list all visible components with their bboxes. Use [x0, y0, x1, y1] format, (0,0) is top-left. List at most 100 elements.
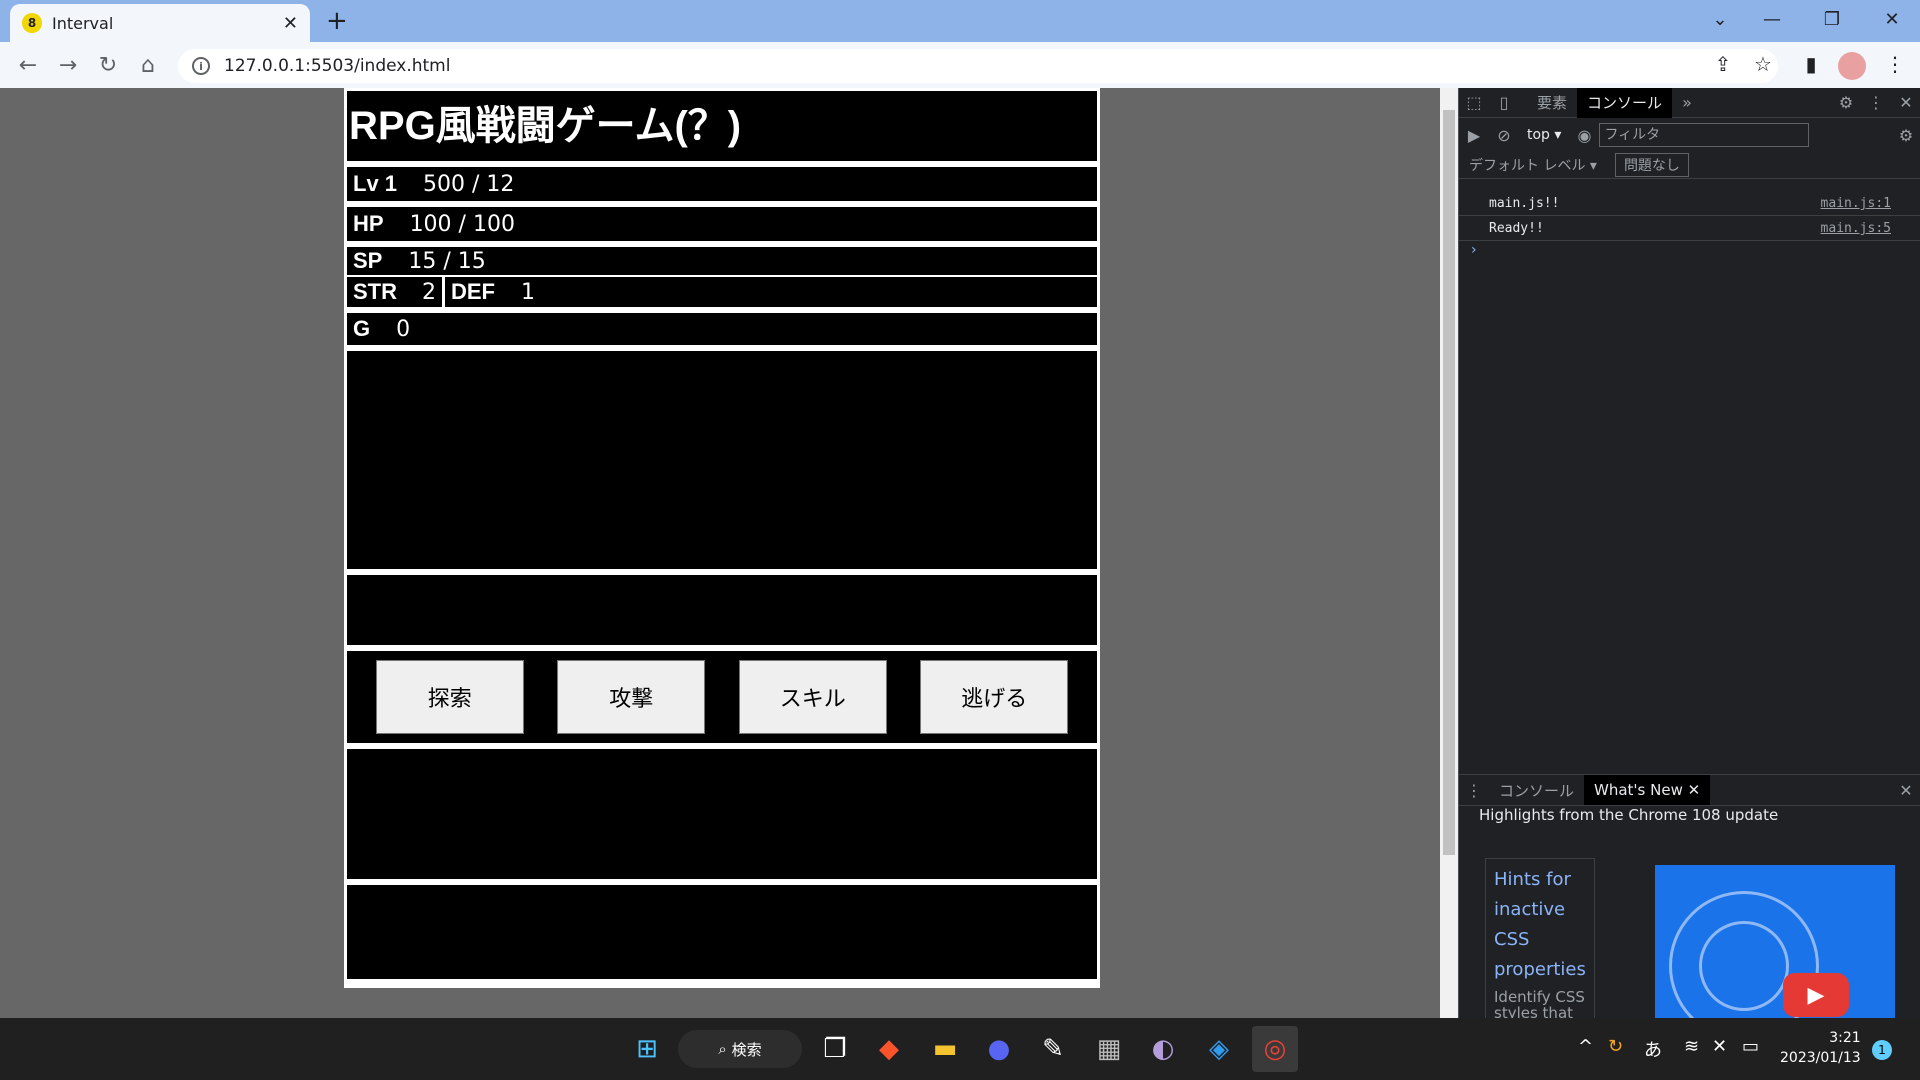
close-window-button[interactable]: ✕ [1872, 2, 1912, 38]
str-def-row: STR 2 DEF 1 [347, 277, 1097, 307]
log-source-link[interactable]: main.js:5 [1821, 221, 1891, 236]
browser-tab[interactable]: 8 Interval ✕ [10, 4, 310, 42]
issues-button[interactable]: 問題なし [1614, 152, 1689, 177]
str-label: STR [353, 279, 397, 304]
filter-input[interactable]: フィルタ [1599, 123, 1810, 147]
tab-elements[interactable]: 要素 [1527, 88, 1577, 118]
restore-button[interactable]: ❐ [1812, 2, 1852, 38]
chrome-icon[interactable]: ◎ [1252, 1026, 1298, 1072]
clear-console-icon[interactable]: ⊘ [1489, 126, 1519, 145]
share-icon[interactable]: ⇪ [1708, 52, 1738, 76]
def-cell: DEF 1 [445, 277, 541, 307]
close-tab-icon[interactable]: ✕ [283, 13, 298, 34]
minimize-button[interactable]: — [1752, 2, 1792, 38]
hint-link[interactable]: Hints for inactive CSS properties [1494, 865, 1586, 985]
menu-icon[interactable]: ⋮ [1880, 52, 1910, 76]
vscode-icon[interactable]: ◈ [1196, 1026, 1242, 1072]
tab-console[interactable]: コンソール [1577, 87, 1673, 118]
site-info-icon[interactable]: i [192, 57, 210, 75]
calculator-icon[interactable]: ▦ [1086, 1026, 1132, 1072]
bookmark-star-icon[interactable]: ☆ [1748, 52, 1778, 76]
discord-icon[interactable]: ● [976, 1026, 1022, 1072]
sp-row: SP 15 / 15 [347, 247, 1097, 275]
str-value: 2 [422, 279, 436, 305]
drawer-tab-whatsnew[interactable]: What's New ✕ [1584, 775, 1711, 805]
escape-button[interactable]: 逃げる [920, 660, 1069, 734]
device-toolbar-icon[interactable]: ▯ [1489, 93, 1519, 112]
back-icon[interactable]: ← [8, 53, 48, 78]
tray-app-icon[interactable]: ↻ [1608, 1036, 1623, 1057]
console-toolbar: ▶ ⊘ top ▾ ◉ フィルタ ⚙ [1459, 119, 1920, 151]
log-source-link[interactable]: main.js:1 [1821, 196, 1891, 211]
home-icon[interactable]: ⌂ [128, 53, 168, 78]
video-thumbnail[interactable]: ▶ [1655, 865, 1895, 1018]
context-select[interactable]: top ▾ [1527, 127, 1561, 143]
console-prompt[interactable]: › [1471, 242, 1477, 258]
devtools-menu-icon[interactable]: ⋮ [1861, 93, 1891, 112]
page-viewport: RPG風戦闘ゲーム(？) Lv 1 500 / 12 HP 100 / 100 … [0, 88, 1440, 1018]
more-tabs-icon[interactable]: » [1672, 93, 1702, 112]
url-text: 127.0.0.1:5503/index.html [224, 56, 451, 76]
address-bar[interactable]: i 127.0.0.1:5503/index.html [178, 49, 1778, 83]
inspect-icon[interactable]: ⬚ [1459, 93, 1489, 112]
console-log-line: Ready!! main.js:5 [1459, 217, 1920, 241]
sp-label: SP [353, 248, 383, 273]
level-bar: デフォルト レベル ▾ 問題なし [1459, 151, 1920, 179]
play-icon[interactable]: ▶ [1783, 973, 1849, 1017]
hp-value: 100 / 100 [409, 211, 515, 237]
reload-icon[interactable]: ↻ [88, 53, 128, 78]
exp-value: 500 / 12 [423, 171, 515, 197]
close-drawer-icon[interactable]: ✕ [1891, 781, 1920, 800]
log-text: Ready!! [1489, 221, 1544, 236]
search-label: 検索 [731, 1040, 762, 1059]
start-icon[interactable]: ⊞ [624, 1026, 670, 1072]
attack-button[interactable]: 攻撃 [557, 660, 706, 734]
wifi-icon[interactable]: ≋ [1684, 1036, 1699, 1057]
whatsnew-card[interactable]: Hints for inactive CSS properties Identi… [1485, 858, 1595, 1022]
tab-title: Interval [52, 13, 114, 33]
drawer-tab-console[interactable]: コンソール [1489, 775, 1584, 805]
scrollbar-thumb[interactable] [1443, 110, 1455, 855]
devtools-panel: ⬚ ▯ 要素 コンソール » ⚙ ⋮ ✕ ▶ ⊘ top ▾ ◉ フィルタ ⚙ … [1458, 87, 1920, 1022]
devtools-tabbar: ⬚ ▯ 要素 コンソール » ⚙ ⋮ ✕ [1459, 87, 1920, 118]
taskbar-search[interactable]: ⌕ 検索 [678, 1030, 802, 1068]
tab-strip: 8 Interval ✕ + ⌄ — ❐ ✕ [0, 0, 1920, 42]
live-expression-eye-icon[interactable]: ◉ [1569, 126, 1599, 145]
settings-icon[interactable]: ⚙ [1831, 93, 1861, 112]
tray-chevron-icon[interactable]: ^ [1578, 1036, 1593, 1057]
file-explorer-icon[interactable]: ▬ [922, 1026, 968, 1072]
app-icon[interactable]: ✎ [1030, 1026, 1076, 1072]
close-devtools-icon[interactable]: ✕ [1891, 93, 1920, 112]
ime-indicator[interactable]: あ [1644, 1036, 1662, 1062]
sidebar-toggle-icon[interactable]: ▶ [1459, 126, 1489, 145]
gold-label: G [353, 316, 371, 341]
log-level-select[interactable]: デフォルト レベル ▾ [1469, 155, 1597, 175]
skill-button[interactable]: スキル [738, 660, 887, 734]
whatsnew-heading: Highlights from the Chrome 108 update [1479, 806, 1779, 824]
decor-ring [1699, 921, 1789, 1011]
notification-badge[interactable]: 1 [1872, 1040, 1892, 1060]
volume-muted-icon[interactable]: ✕ [1712, 1036, 1727, 1057]
side-panel-icon[interactable]: ▮ [1796, 52, 1826, 76]
profile-avatar[interactable] [1838, 52, 1866, 80]
favicon-icon: 8 [22, 13, 42, 33]
gold-row: G 0 [347, 313, 1097, 345]
clock-time: 3:21 [1829, 1030, 1861, 1046]
brave-icon[interactable]: ◆ [866, 1026, 912, 1072]
task-view-icon[interactable]: ❐ [812, 1026, 858, 1072]
browser-chrome: 8 Interval ✕ + ⌄ — ❐ ✕ ← → ↻ ⌂ i 127.0.0… [0, 0, 1920, 88]
console-settings-icon[interactable]: ⚙ [1891, 126, 1920, 145]
battery-icon[interactable]: ▭ [1742, 1036, 1759, 1057]
clock[interactable]: 3:21 2023/01/13 [1780, 1028, 1861, 1068]
command-panel: 探索 攻撃 スキル 逃げる [347, 651, 1097, 743]
log-level-value: デフォルト レベル [1469, 157, 1586, 174]
tab-search-icon[interactable]: ⌄ [1700, 2, 1740, 38]
app-icon[interactable]: ◐ [1140, 1026, 1186, 1072]
forward-icon[interactable]: → [48, 53, 88, 78]
explore-button[interactable]: 探索 [375, 660, 524, 734]
new-tab-button[interactable]: + [326, 6, 348, 36]
drawer-menu-icon[interactable]: ⋮ [1459, 781, 1489, 800]
log-area [347, 749, 1097, 879]
sp-value: 15 / 15 [408, 248, 486, 274]
page-scrollbar[interactable] [1440, 88, 1458, 1018]
